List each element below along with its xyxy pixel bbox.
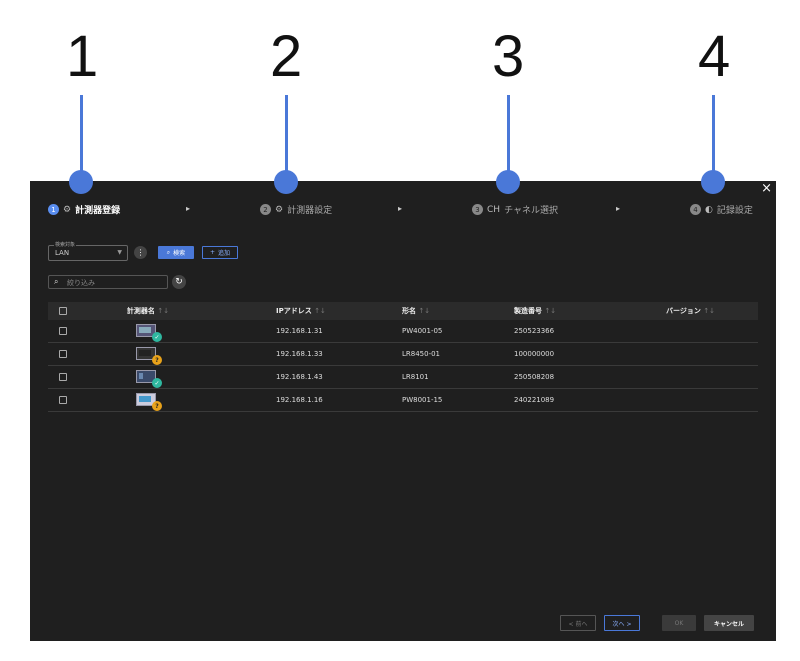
question-icon: ? — [152, 401, 162, 411]
callout-line-2 — [285, 95, 288, 180]
add-button-label: 追加 — [218, 250, 231, 257]
table-row[interactable]: ? 192.168.1.16 PW8001-15 240221089 — [48, 389, 758, 412]
step-recording-settings[interactable]: 4 ◐ 記録設定 — [690, 203, 753, 216]
step-label: チャネル選択 — [504, 206, 558, 216]
callout-4: 4 — [698, 24, 731, 89]
chevron-right-icon: ▸ — [616, 204, 621, 213]
device-icon: ⚙ — [63, 204, 72, 215]
table-row[interactable]: ✓ 192.168.1.43 LR8101 250508208 — [48, 366, 758, 389]
device-icon: ⚙ — [275, 204, 284, 215]
sort-icon: ↑↓ — [418, 307, 431, 315]
step-label: 記録設定 — [716, 206, 753, 216]
dialog-footer: < 前へ 次へ > OK キャンセル — [560, 615, 754, 631]
wizard-steps: 1 ⚙ 計測器登録 ▸ 2 ⚙ 計測器設定 ▸ 3 CH チャネル選択 ▸ 4 … — [48, 203, 758, 219]
step-label: 計測器設定 — [287, 206, 333, 216]
search-button-label: 検索 — [173, 250, 186, 257]
question-icon: ? — [152, 355, 162, 365]
step-number: 2 — [260, 204, 271, 215]
close-icon[interactable]: × — [761, 181, 772, 196]
chevron-right-icon: ▸ — [398, 204, 403, 213]
cell-ip: 192.168.1.31 — [276, 327, 323, 335]
chevron-down-icon: ▼ — [117, 249, 122, 256]
step-number: 1 — [48, 204, 59, 215]
table-header: 計測器名 ↑↓ IPアドレス ↑↓ 形名 ↑↓ 製造番号 ↑↓ バージョン ↑↓ — [48, 302, 758, 320]
callout-line-4 — [712, 95, 715, 180]
device-image: ? — [136, 347, 162, 365]
row-checkbox[interactable] — [59, 350, 67, 358]
filter-placeholder: 絞り込み — [67, 279, 95, 287]
callout-line-1 — [80, 95, 83, 180]
callout-dot-2 — [274, 170, 298, 194]
table-row[interactable]: ? 192.168.1.33 LR8450-01 100000000 — [48, 343, 758, 366]
cell-serial: 240221089 — [514, 396, 555, 404]
cell-model: LR8450-01 — [402, 350, 441, 358]
step-channel-select[interactable]: 3 CH チャネル選択 — [472, 203, 558, 216]
callout-dot-4 — [701, 170, 725, 194]
step-label: 計測器登録 — [75, 206, 121, 216]
channel-icon: CH — [487, 204, 501, 215]
sort-icon: ↑↓ — [703, 307, 716, 315]
sort-icon: ↑↓ — [314, 307, 326, 315]
annotation-layer: 1 2 3 4 — [0, 0, 800, 194]
refresh-icon: ↻ — [175, 277, 183, 287]
col-device-name[interactable]: 計測器名 ↑↓ — [78, 306, 218, 316]
callout-1: 1 — [66, 24, 99, 89]
more-vertical-icon: ⋮ — [136, 248, 145, 257]
cell-model: LR8101 — [402, 373, 429, 381]
next-button[interactable]: 次へ > — [604, 615, 640, 631]
cell-ip: 192.168.1.16 — [276, 396, 323, 404]
callout-2: 2 — [270, 24, 303, 89]
ok-button[interactable]: OK — [662, 615, 696, 631]
cell-ip: 192.168.1.33 — [276, 350, 323, 358]
col-version[interactable]: バージョン ↑↓ — [586, 306, 736, 316]
device-image: ? — [136, 393, 162, 411]
search-icon: ⌕ — [166, 248, 171, 256]
cell-ip: 192.168.1.43 — [276, 373, 323, 381]
row-checkbox[interactable] — [59, 373, 67, 381]
device-image: ✓ — [136, 370, 162, 388]
filter-input[interactable]: ⌕ 絞り込み — [48, 275, 168, 289]
step-device-registration[interactable]: 1 ⚙ 計測器登録 — [48, 203, 120, 216]
sort-icon: ↑↓ — [544, 307, 557, 315]
add-button[interactable]: + 追加 — [202, 246, 238, 259]
col-model[interactable]: 形名 ↑↓ — [348, 306, 466, 316]
search-target-value: LAN — [55, 249, 70, 257]
device-registration-dialog: × 1 ⚙ 計測器登録 ▸ 2 ⚙ 計測器設定 ▸ 3 CH チャネル選択 ▸ … — [30, 181, 776, 641]
cell-serial: 250508208 — [514, 373, 555, 381]
chevron-right-icon: ▸ — [186, 204, 191, 213]
recording-icon: ◐ — [705, 204, 713, 215]
plus-icon: + — [209, 249, 215, 256]
sort-icon: ↑↓ — [157, 307, 170, 315]
device-image: ✓ — [136, 324, 162, 342]
callout-3: 3 — [492, 24, 525, 89]
search-target-select[interactable]: 検索対象 LAN ▼ — [48, 241, 128, 261]
more-options-button[interactable]: ⋮ — [134, 246, 147, 259]
refresh-button[interactable]: ↻ — [172, 275, 186, 289]
select-all-checkbox[interactable] — [59, 307, 67, 315]
row-checkbox[interactable] — [59, 327, 67, 335]
check-icon: ✓ — [152, 332, 162, 342]
callout-dot-1 — [69, 170, 93, 194]
search-button[interactable]: ⌕ 検索 — [158, 246, 194, 259]
step-device-settings[interactable]: 2 ⚙ 計測器設定 — [260, 203, 332, 216]
prev-button[interactable]: < 前へ — [560, 615, 596, 631]
cell-serial: 100000000 — [514, 350, 555, 358]
col-serial[interactable]: 製造番号 ↑↓ — [466, 306, 586, 316]
step-number: 3 — [472, 204, 483, 215]
row-checkbox[interactable] — [59, 396, 67, 404]
callout-dot-3 — [496, 170, 520, 194]
cell-model: PW4001-05 — [402, 327, 443, 335]
search-icon: ⌕ — [54, 277, 59, 286]
callout-line-3 — [507, 95, 510, 180]
search-target-label: 検索対象 — [54, 241, 77, 248]
check-icon: ✓ — [152, 378, 162, 388]
table-row[interactable]: ✓ 192.168.1.31 PW4001-05 250523366 — [48, 320, 758, 343]
step-number: 4 — [690, 204, 701, 215]
device-table: 計測器名 ↑↓ IPアドレス ↑↓ 形名 ↑↓ 製造番号 ↑↓ バージョン ↑↓… — [48, 302, 758, 412]
cell-serial: 250523366 — [514, 327, 555, 335]
col-ip-address[interactable]: IPアドレス ↑↓ — [218, 306, 348, 316]
cell-model: PW8001-15 — [402, 396, 443, 404]
cancel-button[interactable]: キャンセル — [704, 615, 754, 631]
